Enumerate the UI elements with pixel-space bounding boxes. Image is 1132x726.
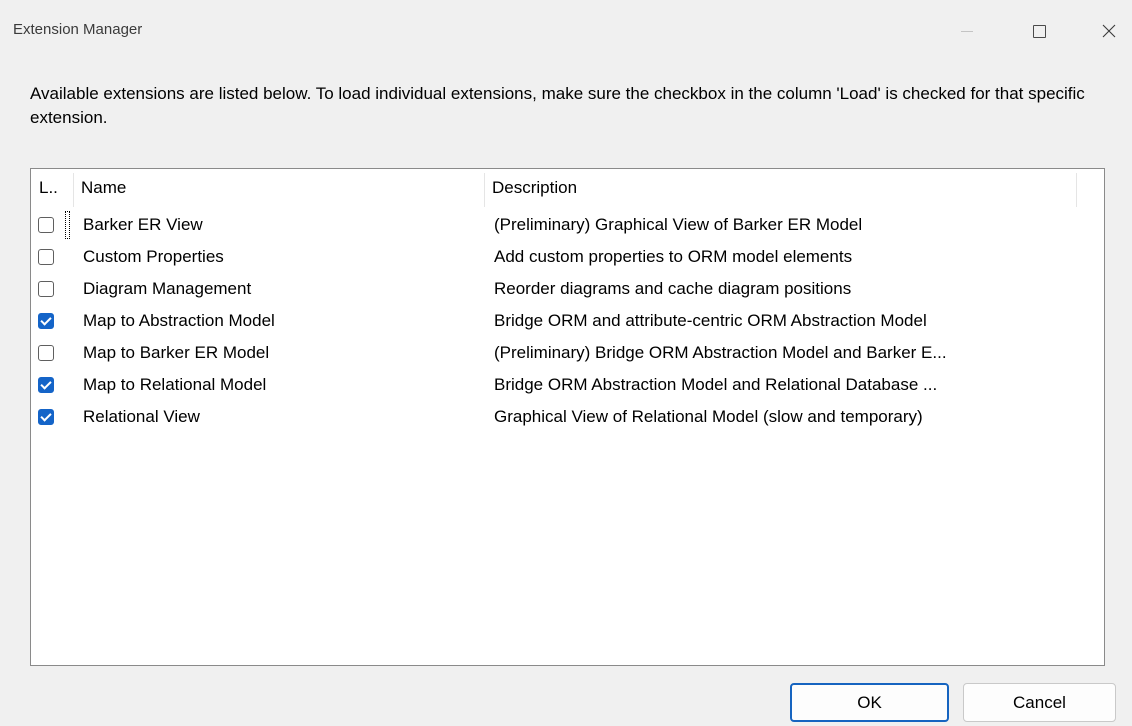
list-row[interactable]: Map to Barker ER Model (Preliminary) Bri…	[31, 337, 1104, 369]
load-checkbox[interactable]	[38, 217, 54, 233]
focus-indicator	[65, 211, 70, 239]
column-header-load[interactable]: L..	[31, 169, 73, 207]
close-icon	[1102, 24, 1116, 38]
extension-name: Map to Relational Model	[83, 375, 267, 394]
load-checkbox[interactable]	[38, 313, 54, 329]
extension-description: (Preliminary) Graphical View of Barker E…	[494, 215, 863, 234]
column-divider[interactable]	[484, 173, 485, 207]
list-row[interactable]: Diagram Management Reorder diagrams and …	[31, 273, 1104, 305]
column-divider[interactable]	[73, 173, 74, 207]
minimize-button[interactable]	[944, 0, 990, 62]
list-row[interactable]: Barker ER View (Preliminary) Graphical V…	[31, 209, 1104, 241]
minimize-icon	[961, 30, 973, 32]
column-header-name[interactable]: Name	[73, 169, 484, 207]
extension-name: Custom Properties	[83, 247, 224, 266]
list-row[interactable]: Relational View Graphical View of Relati…	[31, 401, 1104, 433]
extension-name: Barker ER View	[83, 215, 203, 234]
instructions-text: Available extensions are listed below. T…	[30, 84, 1085, 127]
column-divider[interactable]	[1076, 173, 1077, 207]
load-checkbox[interactable]	[38, 249, 54, 265]
extension-description: (Preliminary) Bridge ORM Abstraction Mod…	[494, 343, 947, 362]
extension-name: Map to Barker ER Model	[83, 343, 270, 362]
load-checkbox[interactable]	[38, 281, 54, 297]
list-row[interactable]: Custom Properties Add custom properties …	[31, 241, 1104, 273]
extensions-list[interactable]: L.. Name Description Barker ER View (Pre…	[30, 168, 1105, 666]
extension-description: Bridge ORM Abstraction Model and Relatio…	[494, 375, 938, 394]
list-header: L.. Name Description	[31, 169, 1104, 207]
maximize-button[interactable]	[1016, 0, 1062, 62]
window-title: Extension Manager	[13, 21, 143, 38]
extension-description: Reorder diagrams and cache diagram posit…	[494, 279, 852, 298]
list-row[interactable]: Map to Abstraction Model Bridge ORM and …	[31, 305, 1104, 337]
extension-name: Relational View	[83, 407, 200, 426]
extension-description: Graphical View of Relational Model (slow…	[494, 407, 923, 426]
cancel-button[interactable]: Cancel	[963, 683, 1116, 722]
load-checkbox[interactable]	[38, 409, 54, 425]
title-bar: Extension Manager	[0, 0, 1132, 62]
load-checkbox[interactable]	[38, 345, 54, 361]
column-header-description[interactable]: Description	[484, 169, 1076, 207]
extension-description: Bridge ORM and attribute-centric ORM Abs…	[494, 311, 927, 330]
ok-button[interactable]: OK	[790, 683, 949, 722]
extension-name: Diagram Management	[83, 279, 252, 298]
extension-description: Add custom properties to ORM model eleme…	[494, 247, 853, 266]
list-row[interactable]: Map to Relational Model Bridge ORM Abstr…	[31, 369, 1104, 401]
close-button[interactable]	[1086, 0, 1132, 62]
extension-name: Map to Abstraction Model	[83, 311, 275, 330]
maximize-icon	[1032, 24, 1046, 38]
load-checkbox[interactable]	[38, 377, 54, 393]
